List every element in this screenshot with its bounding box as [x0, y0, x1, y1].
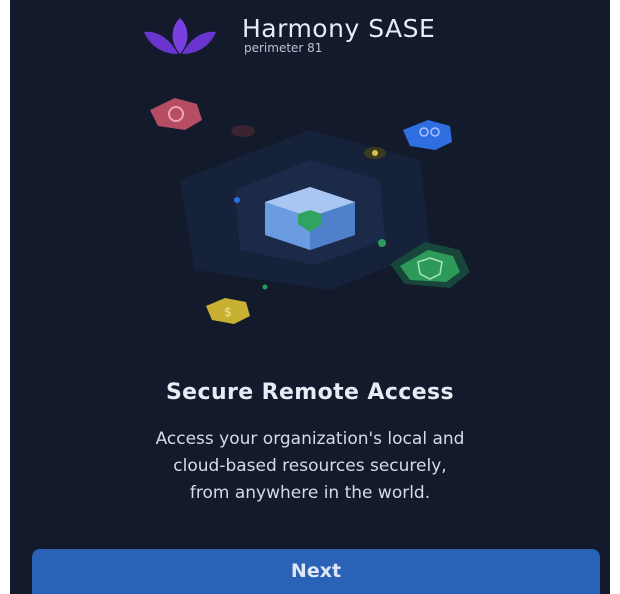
next-button[interactable]: Next	[32, 549, 600, 594]
decor-dot	[231, 125, 255, 137]
description-line: from anywhere in the world.	[189, 483, 431, 503]
page-description: Access your organization's local and clo…	[50, 426, 570, 507]
harmony-lotus-logo-icon	[144, 18, 216, 54]
decor-dot	[378, 239, 386, 247]
header: Harmony SASE perimeter 81	[10, 0, 610, 70]
location-hex-icon	[150, 98, 202, 130]
brand-subtitle: perimeter 81	[244, 41, 323, 55]
decor-dot	[372, 150, 378, 156]
users-hex-icon	[403, 120, 452, 150]
dollar-hex-icon: $	[206, 298, 250, 324]
onboarding-screen: Harmony SASE perimeter 81 $ Secure Remot…	[10, 0, 610, 594]
brand-title: Harmony SASE	[242, 14, 436, 43]
decor-dot	[262, 284, 268, 290]
page-title: Secure Remote Access	[165, 380, 455, 405]
hero-illustration: $	[150, 98, 470, 324]
decor-dot	[234, 197, 240, 203]
svg-text:$: $	[224, 305, 232, 319]
description-line: cloud-based resources securely,	[173, 456, 447, 476]
description-line: Access your organization's local and	[155, 429, 465, 449]
